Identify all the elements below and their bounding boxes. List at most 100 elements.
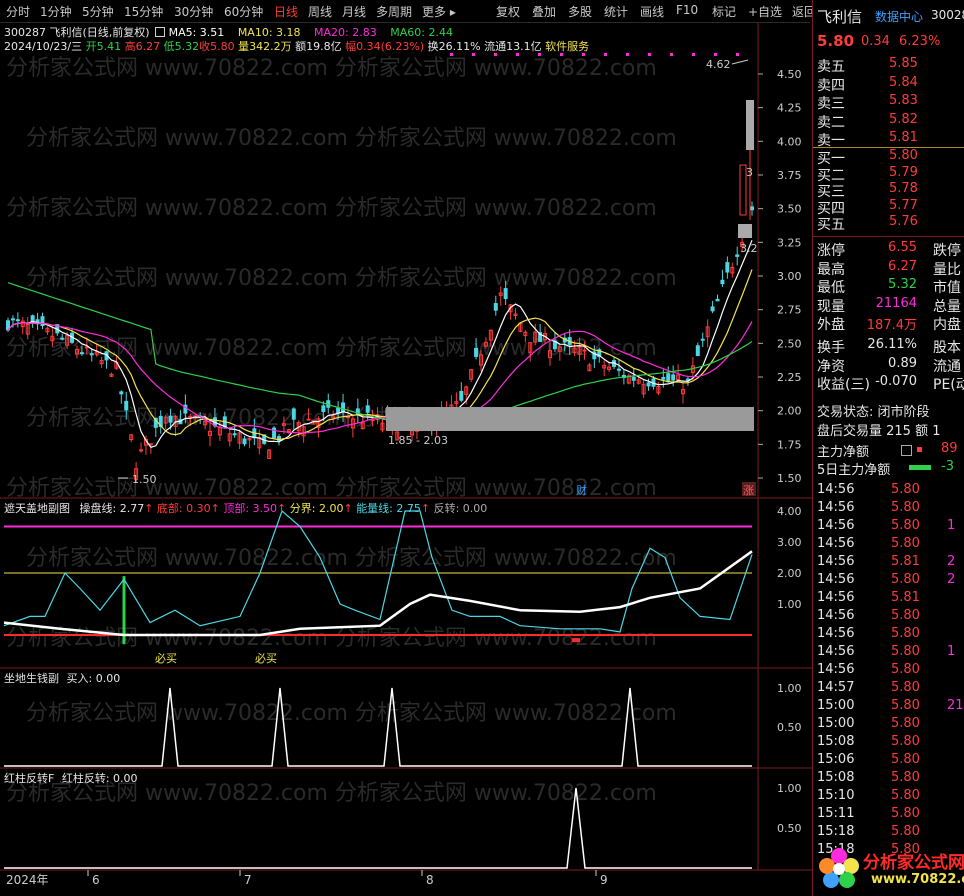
period-tab-5[interactable]: 60分钟	[224, 3, 263, 20]
top-dot-6	[582, 53, 585, 56]
side-label-32: 3.2	[740, 242, 758, 255]
toolbar-action-0[interactable]: 复权	[496, 3, 520, 20]
tick-time-12: 15:00	[817, 698, 855, 713]
tick-time-0: 14:56	[817, 482, 855, 497]
tick-price-18: 5.80	[891, 806, 920, 821]
tick-price-13: 5.80	[891, 716, 920, 731]
price-axis-label-6: 3.00	[777, 270, 802, 283]
stats-divider	[813, 236, 964, 237]
toolbar-action-4[interactable]: 画线	[640, 3, 664, 20]
watermark-9: 分析家公式网 www.70822.com 分析家公式网 www.70822.co…	[26, 701, 677, 726]
toolbar-action-2[interactable]: 多股	[568, 3, 592, 20]
tick-time-4: 14:56	[817, 554, 855, 569]
top-dot-7	[604, 53, 607, 56]
ask-price-1: 5.84	[889, 74, 918, 90]
candle-body-48	[242, 438, 247, 445]
tick-time-5: 14:56	[817, 572, 855, 587]
tick-price-8: 5.80	[891, 626, 920, 641]
candle-body-134	[666, 373, 671, 383]
ind2-title: 坐地生钱副	[4, 672, 59, 685]
tick-price-2: 5.80	[891, 518, 920, 533]
toolbar-action-5[interactable]: F10	[676, 3, 698, 17]
watermark-7: 分析家公式网 www.70822.com 分析家公式网 www.70822.co…	[26, 546, 677, 571]
logo-url: www.70822.com	[871, 872, 964, 887]
period-tab-8[interactable]: 月线	[342, 3, 366, 20]
price-axis-label-8: 2.50	[777, 337, 802, 350]
ask-label-4: 卖一	[817, 133, 845, 149]
data-center-link[interactable]: 数据中心	[875, 8, 923, 26]
tick-price-16: 5.80	[891, 770, 920, 785]
watermark-4: 分析家公式网 www.70822.com 分析家公式网 www.70822.co…	[6, 336, 657, 361]
stat-value-1: 6.27	[888, 258, 917, 274]
period-tab-3[interactable]: 15分钟	[124, 3, 163, 20]
period-tab-6[interactable]: 日线	[274, 3, 298, 20]
tick-time-11: 14:57	[817, 680, 855, 695]
price-axis-label-12: 1.50	[777, 472, 802, 485]
candle-body-64	[321, 405, 326, 413]
stat-right-1: 量比	[933, 261, 961, 278]
x-axis-label-4: 9	[600, 873, 608, 887]
tick-time-3: 14:56	[817, 536, 855, 551]
bid-price-1: 5.79	[889, 164, 918, 180]
candle-body-130	[646, 382, 651, 387]
x-axis-label-3: 8	[426, 873, 434, 887]
period-tab-7[interactable]: 周线	[308, 3, 332, 20]
tick-time-6: 14:56	[817, 590, 855, 605]
top-dot-2	[494, 53, 497, 56]
tick-time-18: 15:11	[817, 806, 855, 821]
tick-time-14: 15:08	[817, 734, 855, 749]
top-dot-8	[626, 53, 629, 56]
toolbar-action-7[interactable]: +自选	[748, 3, 782, 20]
candle-body-17	[89, 353, 94, 356]
finance-badge: 财	[576, 483, 587, 497]
ind3-axis-0: 1.00	[777, 782, 802, 795]
candle-body-54	[272, 427, 277, 439]
candle-body-1	[10, 318, 15, 321]
tick-price-15: 5.80	[891, 752, 920, 767]
candle-body-15	[79, 352, 84, 355]
candle-body-127	[631, 376, 636, 381]
ask-label-0: 卖五	[817, 59, 845, 75]
period-tab-1[interactable]: 1分钟	[40, 3, 72, 20]
candle-body-68	[341, 402, 346, 412]
panel-price: 5.80	[817, 32, 855, 50]
candle-body-95	[474, 347, 479, 357]
bid-label-4: 买五	[817, 217, 845, 233]
tick-price-10: 5.80	[891, 662, 920, 677]
bid-label-1: 买二	[817, 167, 845, 184]
tick-price-11: 5.80	[891, 680, 920, 695]
top-dot-5	[560, 53, 563, 56]
period-tab-2[interactable]: 5分钟	[82, 3, 114, 20]
tick-time-15: 15:06	[817, 752, 855, 767]
kline-chart[interactable]: 分析家公式网 www.70822.com 分析家公式网 www.70822.co…	[0, 22, 812, 896]
toolbar-action-6[interactable]: 标记	[712, 3, 736, 20]
tick-time-13: 15:00	[817, 716, 855, 731]
stat-label-2: 最低	[817, 280, 845, 296]
five-day-flow-label: 5日主力净额	[817, 463, 891, 478]
candle-body-144	[715, 298, 720, 302]
candle-body-141	[700, 338, 705, 341]
period-tab-9[interactable]: 多周期	[376, 3, 412, 20]
tick-price-12: 5.80	[891, 698, 920, 713]
support-zone	[386, 407, 754, 431]
toolbar-action-3[interactable]: 统计	[604, 3, 628, 20]
ind2-axis-1: 0.50	[777, 721, 802, 734]
period-tab-4[interactable]: 30分钟	[174, 3, 213, 20]
table-icon[interactable]	[901, 445, 912, 456]
stat-right-6: 流通	[933, 358, 961, 375]
price-axis-label-0: 4.50	[777, 68, 802, 81]
price-axis-label-2: 4.00	[777, 135, 802, 148]
watermark-6: 分析家公式网 www.70822.com 分析家公式网 www.70822.co…	[6, 476, 657, 501]
stat-label-3: 现量	[817, 298, 845, 315]
tick-time-2: 14:56	[817, 518, 855, 533]
tick-time-7: 14:56	[817, 608, 855, 623]
toolbar-action-1[interactable]: 叠加	[532, 3, 556, 20]
ind1-line5: 能量线: 2.75	[356, 502, 421, 515]
price-axis-label-7: 2.75	[777, 304, 802, 317]
ind2-signal-line	[4, 687, 752, 767]
period-tab-10[interactable]: 更多 ▸	[422, 3, 456, 20]
tick-price-14: 5.80	[891, 734, 920, 749]
period-tab-0[interactable]: 分时	[6, 3, 30, 20]
stat-label-5: 换手	[817, 340, 845, 356]
price-axis-label-3: 3.75	[777, 169, 802, 182]
